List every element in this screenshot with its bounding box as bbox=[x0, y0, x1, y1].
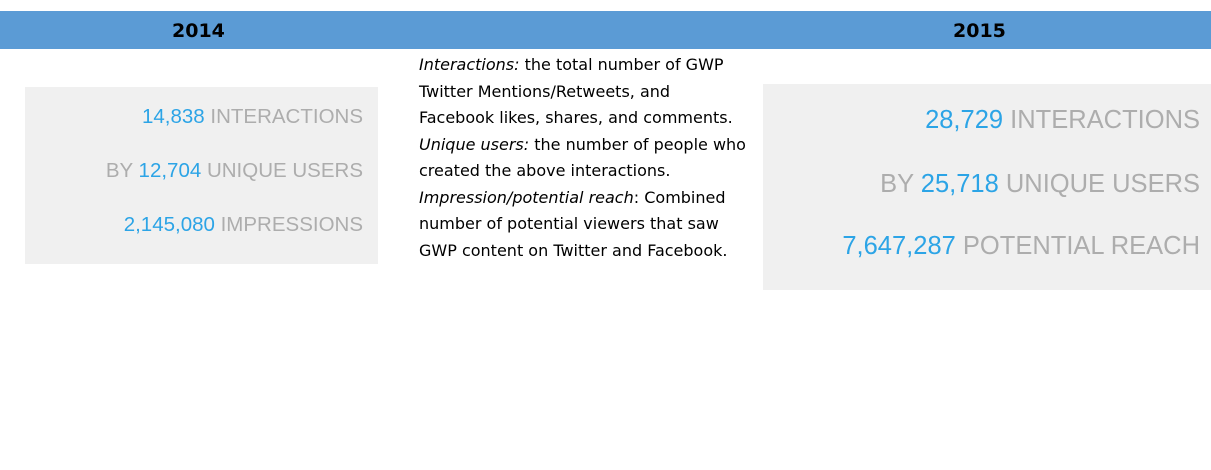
definitions-text: Interactions: the total number of GWP Tw… bbox=[419, 52, 749, 264]
interactions-2015-label: INTERACTIONS bbox=[1003, 106, 1200, 134]
stats-2014-panel: 14,838 INTERACTIONS BY 12,704 UNIQUE USE… bbox=[25, 87, 378, 264]
stats-2015-panel: 28,729 INTERACTIONS BY 25,718 UNIQUE USE… bbox=[763, 84, 1211, 290]
reach-2015-label: POTENTIAL REACH bbox=[955, 232, 1200, 260]
interactions-2015-value: 28,729 bbox=[925, 106, 1004, 134]
unique-users-2015-prefix: BY bbox=[880, 170, 921, 198]
definition-reach-term: Impression/potential reach bbox=[419, 187, 634, 207]
definition-unique-users-term: Unique users: bbox=[419, 134, 530, 154]
reach-2015-stat: 7,647,287 POTENTIAL REACH bbox=[842, 232, 1200, 261]
interactions-2014-value: 14,838 bbox=[141, 105, 205, 128]
unique-users-2014-value: 12,704 bbox=[138, 159, 202, 182]
unique-users-2015-stat: BY 25,718 UNIQUE USERS bbox=[880, 170, 1200, 199]
definition-unique-users: Unique users: the number of people who c… bbox=[419, 132, 749, 185]
impressions-2014-label: IMPRESSIONS bbox=[214, 213, 363, 236]
unique-users-2015-value: 25,718 bbox=[920, 170, 999, 198]
impressions-2014-value: 2,145,080 bbox=[123, 213, 215, 236]
interactions-2015-stat: 28,729 INTERACTIONS bbox=[925, 106, 1200, 135]
definition-interactions-term: Interactions: bbox=[419, 55, 520, 74]
definition-reach: Impression/potential reach: Combined num… bbox=[419, 185, 749, 265]
impressions-2014-stat: 2,145,080 IMPRESSIONS bbox=[124, 213, 363, 237]
unique-users-2015-label: UNIQUE USERS bbox=[998, 170, 1200, 198]
year-2015-heading: 2015 bbox=[953, 20, 1006, 42]
interactions-2014-label: INTERACTIONS bbox=[204, 105, 363, 128]
reach-2015-value: 7,647,287 bbox=[842, 232, 956, 260]
year-header-bar: 2014 2015 bbox=[0, 11, 1211, 49]
interactions-2014-stat: 14,838 INTERACTIONS bbox=[142, 105, 363, 129]
unique-users-2014-prefix: BY bbox=[105, 159, 139, 182]
definition-interactions: Interactions: the total number of GWP Tw… bbox=[419, 52, 749, 132]
unique-users-2014-label: UNIQUE USERS bbox=[201, 159, 363, 182]
year-2014-heading: 2014 bbox=[172, 20, 225, 42]
unique-users-2014-stat: BY 12,704 UNIQUE USERS bbox=[106, 159, 363, 183]
